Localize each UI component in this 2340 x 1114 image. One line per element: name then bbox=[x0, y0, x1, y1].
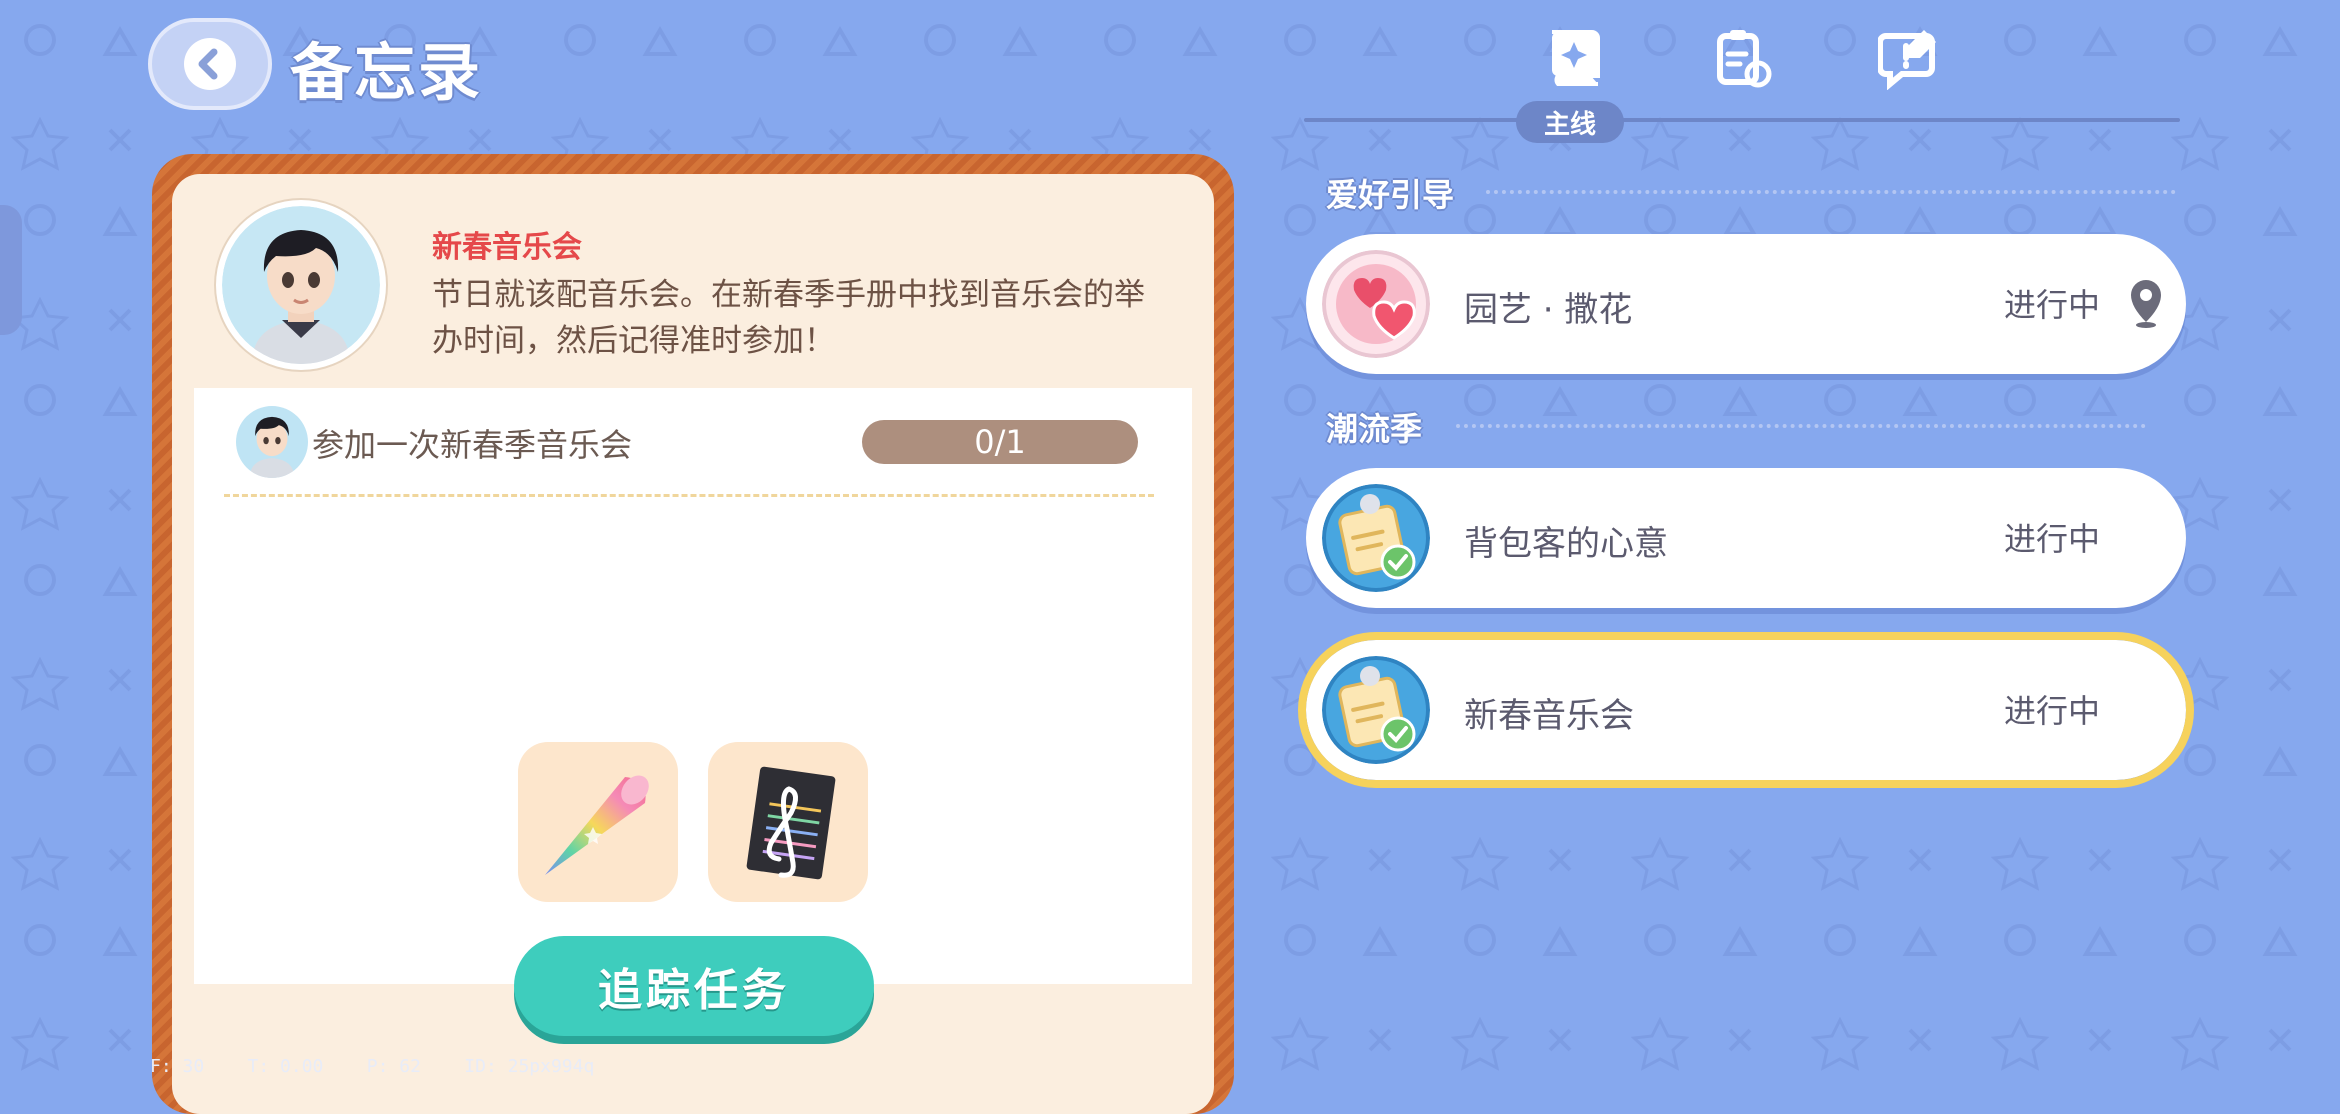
rainbow-cone-icon bbox=[545, 775, 649, 875]
tab-underline bbox=[1304, 118, 2180, 122]
book-star-icon[interactable] bbox=[1542, 26, 1606, 90]
task-label: 参加一次新春季音乐会 bbox=[312, 426, 633, 464]
quest-item-name: 背包客的心意 bbox=[1464, 524, 1668, 564]
npc-avatar bbox=[216, 200, 386, 370]
back-button[interactable] bbox=[148, 18, 272, 110]
heart-bubble-icon bbox=[1322, 250, 1430, 358]
note-check-icon bbox=[1322, 484, 1430, 592]
page-title: 备忘录 bbox=[290, 36, 483, 109]
task-progress: 0/1 bbox=[862, 420, 1138, 464]
quest-item-status: 进行中 bbox=[2004, 520, 2101, 558]
location-pin-icon[interactable] bbox=[2128, 278, 2164, 328]
section-divider bbox=[1486, 190, 2176, 194]
task-avatar bbox=[236, 406, 308, 478]
note-check-icon bbox=[1322, 656, 1430, 764]
section-divider bbox=[1456, 424, 2146, 428]
track-quest-button[interactable]: 追踪任务 bbox=[514, 936, 874, 1036]
clipboard-refresh-icon[interactable] bbox=[1710, 26, 1774, 90]
reward-item[interactable] bbox=[518, 742, 678, 902]
quest-item-gardening[interactable]: 园艺 · 撒花 进行中 bbox=[1306, 234, 2186, 374]
quest-item-name: 园艺 · 撒花 bbox=[1464, 290, 1633, 330]
quest-title: 新春音乐会 bbox=[432, 230, 582, 265]
task-divider bbox=[224, 494, 1154, 497]
section-title-hobby: 爱好引导 bbox=[1326, 176, 1455, 214]
debug-overlay: F: 30 T: 0.00 P: 62 ID: 25px994q bbox=[150, 1056, 595, 1077]
quest-item-status: 进行中 bbox=[2004, 692, 2101, 730]
back-arrow-icon bbox=[184, 38, 236, 90]
chat-pencil-icon[interactable] bbox=[1878, 26, 1942, 90]
task-area bbox=[194, 388, 1192, 984]
section-title-trend: 潮流季 bbox=[1326, 410, 1423, 448]
left-edge-tab[interactable] bbox=[0, 205, 22, 335]
quest-item-backpacker[interactable]: 背包客的心意 进行中 bbox=[1306, 468, 2186, 608]
sheet-music-icon bbox=[746, 766, 836, 880]
quest-item-new-year-concert[interactable]: 新春音乐会 进行中 bbox=[1298, 632, 2194, 788]
quest-item-status: 进行中 bbox=[2004, 286, 2101, 324]
reward-item[interactable] bbox=[708, 742, 868, 902]
tab-main-label[interactable]: 主线 bbox=[1516, 101, 1624, 143]
quest-item-name: 新春音乐会 bbox=[1464, 696, 1634, 736]
quest-description: 节日就该配音乐会。在新春季手册中找到音乐会的举办时间，然后记得准时参加！ bbox=[432, 277, 1145, 359]
